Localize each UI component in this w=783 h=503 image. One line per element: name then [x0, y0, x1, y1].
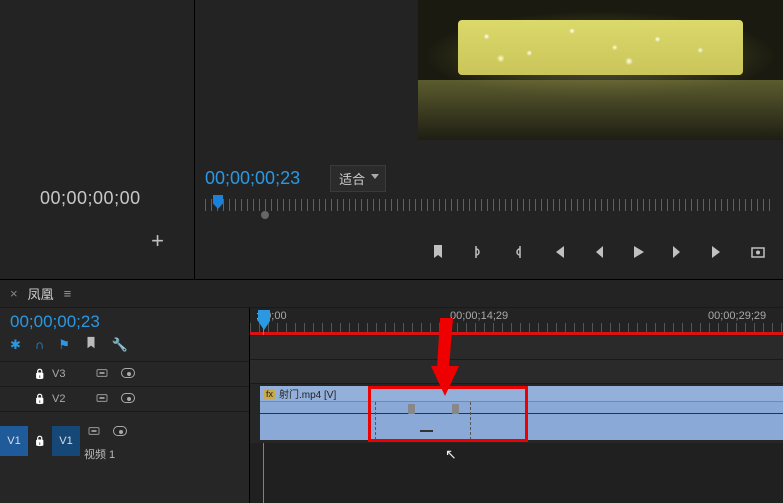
trim-handle-right[interactable]: [452, 404, 459, 414]
close-panel-icon[interactable]: ×: [10, 286, 18, 301]
target-track-v1[interactable]: V1: [52, 426, 80, 456]
program-timecode[interactable]: 00;00;00;23: [205, 168, 300, 189]
lock-track-v2[interactable]: [28, 393, 52, 405]
ruler-tick-1: 00;00;14;29: [450, 310, 508, 322]
program-video-preview: [418, 0, 783, 140]
edit-point-right[interactable]: [470, 402, 471, 440]
marker-icon[interactable]: [429, 243, 447, 261]
sync-lock-v2[interactable]: [88, 393, 116, 406]
track-label-v2[interactable]: V2: [52, 393, 88, 405]
track-label-v3[interactable]: V3: [52, 368, 88, 380]
source-monitor-panel: 00;00;00;00 +: [0, 0, 195, 279]
play-icon[interactable]: [629, 243, 647, 261]
settings-icon[interactable]: 🔧: [112, 337, 128, 353]
lock-track-v3[interactable]: [28, 368, 52, 380]
video-clip[interactable]: fx 射门.mp4 [V]: [260, 386, 783, 440]
track-name-v1[interactable]: 视频 1: [80, 446, 249, 462]
go-to-out-icon[interactable]: [709, 243, 727, 261]
in-point-icon[interactable]: [469, 243, 487, 261]
lock-track-v1[interactable]: [28, 435, 52, 447]
toggle-output-v3[interactable]: [116, 368, 144, 381]
nest-toggle-icon[interactable]: ✱: [10, 337, 21, 353]
export-frame-icon[interactable]: [749, 243, 767, 261]
panel-menu-icon[interactable]: ≡: [64, 286, 72, 301]
clip-label: 射门.mp4 [V]: [279, 386, 336, 401]
sync-lock-v1[interactable]: [80, 426, 108, 439]
timeline-panel: × 凤凰 ≡ 00;00;00;23 ✱ ∩ ⚑ 🔧 V3: [0, 280, 783, 503]
toggle-output-v1[interactable]: [108, 426, 136, 439]
toggle-output-v2[interactable]: [116, 393, 144, 406]
step-forward-icon[interactable]: [669, 243, 687, 261]
snap-icon[interactable]: ∩: [35, 337, 44, 352]
source-patch-v1[interactable]: V1: [0, 426, 28, 456]
track-lane-v2[interactable]: [250, 359, 783, 383]
track-lane-v3[interactable]: [250, 335, 783, 359]
out-point-icon[interactable]: [509, 243, 527, 261]
step-back-icon[interactable]: [589, 243, 607, 261]
trim-handle-left[interactable]: [408, 404, 415, 414]
sequence-tab[interactable]: 凤凰: [28, 284, 54, 303]
clip-slip-bar: [420, 430, 433, 432]
track-header-v1: V1 V1 视频 1: [0, 411, 249, 469]
transport-controls: [405, 243, 773, 261]
go-to-in-icon[interactable]: [549, 243, 567, 261]
cursor-icon: ↖: [445, 446, 457, 463]
sync-lock-v3[interactable]: [88, 368, 116, 381]
timeline-tracks-area[interactable]: ;00;00 00;00;14;29 00;00;29;29 fx 射门.mp4…: [250, 308, 783, 503]
ruler-tick-2: 00;00;29;29: [708, 310, 766, 322]
edit-point-left[interactable]: [375, 402, 376, 440]
marker-tool-icon[interactable]: [84, 336, 98, 353]
track-header-area: 00;00;00;23 ✱ ∩ ⚑ 🔧 V3 V2: [0, 308, 250, 503]
program-scrub-ruler[interactable]: [205, 195, 773, 217]
zoom-fit-dropdown[interactable]: 适合: [330, 165, 386, 192]
timeline-timecode[interactable]: 00;00;00;23: [0, 308, 249, 334]
track-header-v2: V2: [0, 386, 249, 411]
source-timecode[interactable]: 00;00;00;00: [40, 188, 141, 209]
track-header-v3: V3: [0, 361, 249, 386]
add-marker-button[interactable]: +: [151, 228, 164, 254]
program-monitor-panel: 00;00;00;23 适合: [195, 0, 783, 279]
fx-badge[interactable]: fx: [264, 389, 275, 399]
timeline-ruler[interactable]: ;00;00 00;00;14;29 00;00;29;29: [250, 308, 783, 334]
track-lane-v1[interactable]: fx 射门.mp4 [V]: [250, 383, 783, 443]
linked-selection-icon[interactable]: ⚑: [58, 337, 70, 353]
